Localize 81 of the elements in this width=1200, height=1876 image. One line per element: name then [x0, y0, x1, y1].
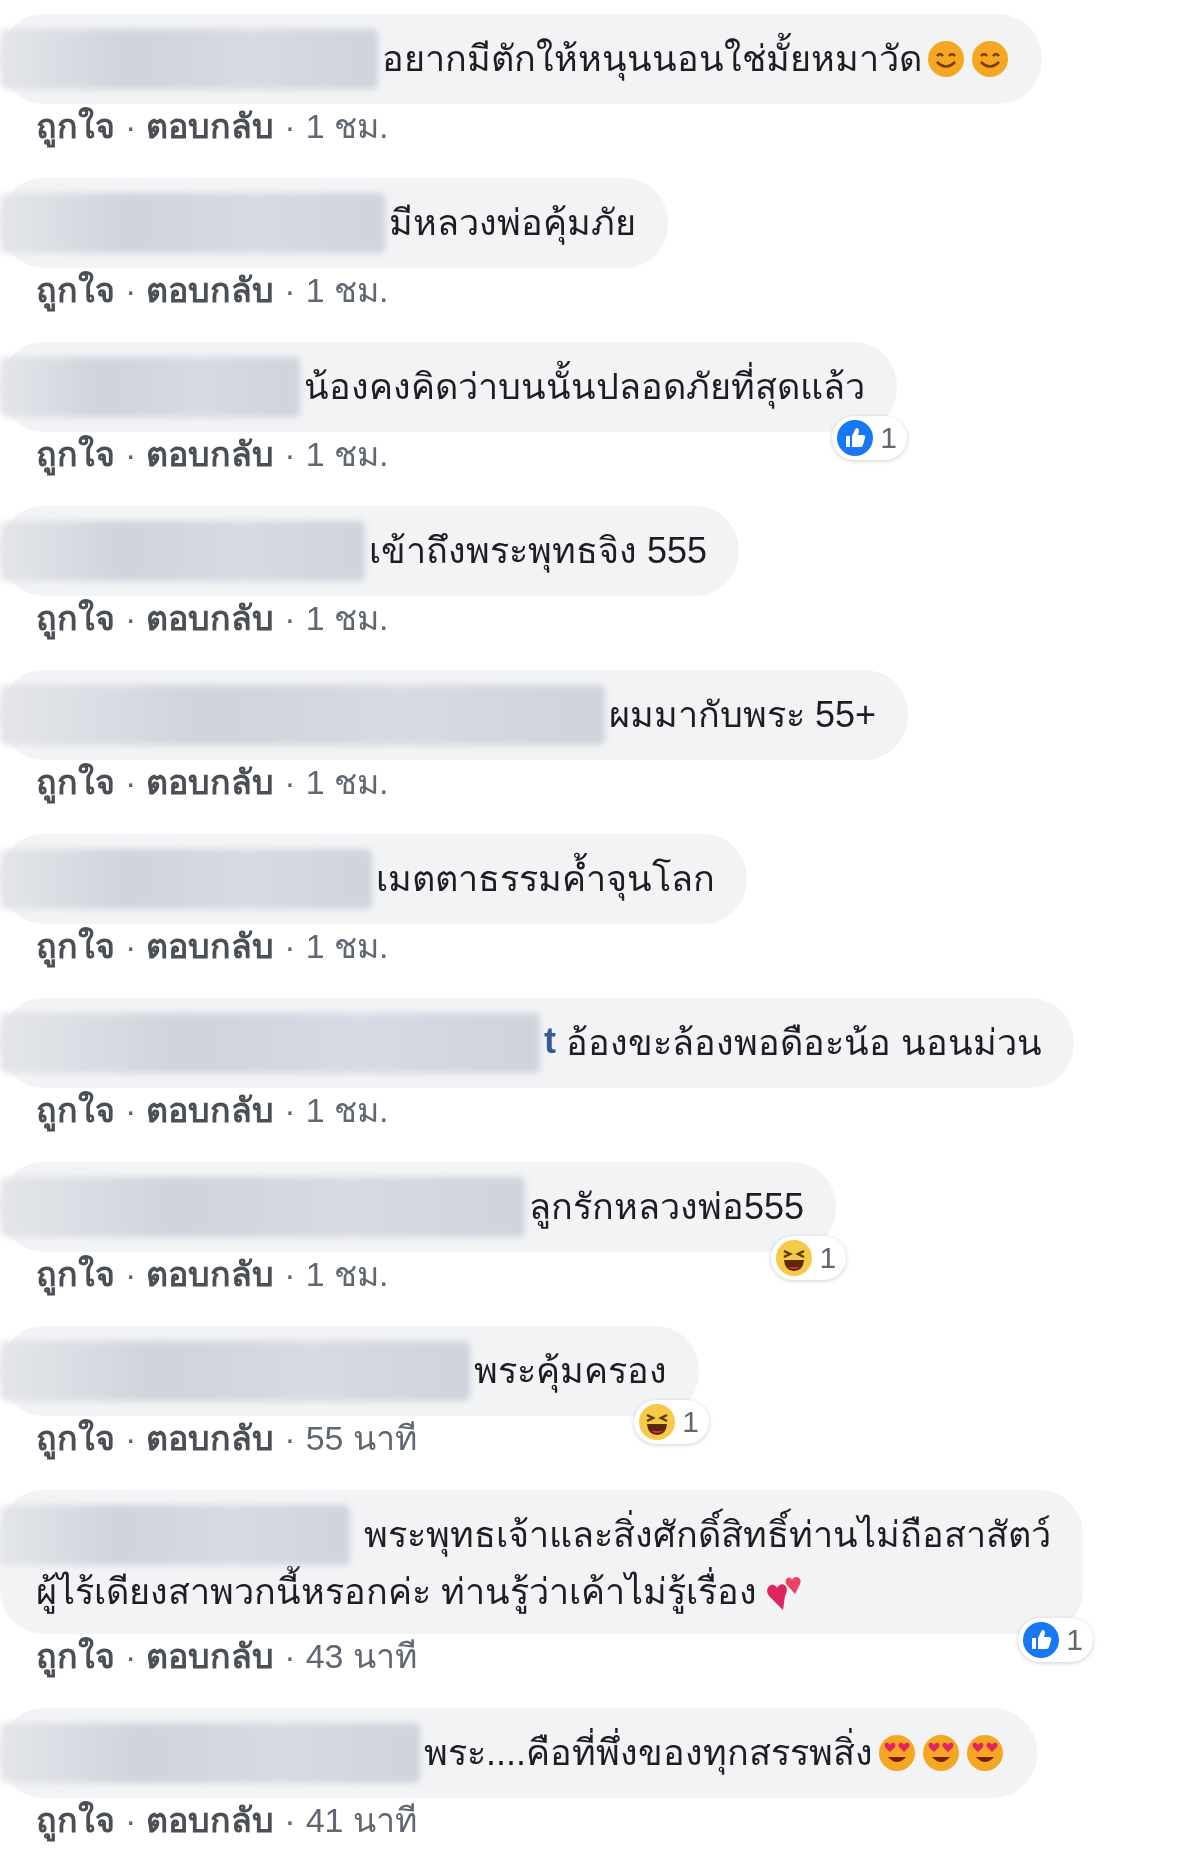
- reply-link[interactable]: ตอบกลับ: [146, 1418, 275, 1458]
- separator-dot: ·: [284, 270, 296, 310]
- comment-time[interactable]: 1 ชม.: [305, 270, 389, 310]
- comment-text: พระคุ้มครอง: [474, 1349, 667, 1395]
- separator-dot: ·: [284, 1800, 296, 1840]
- smiling-emoji-icon: [926, 39, 966, 79]
- like-link[interactable]: ถูกใจ: [36, 1800, 115, 1840]
- comment-time[interactable]: 1 ชม.: [305, 106, 389, 146]
- comment-text: อยากมีตักให้หนุนนอนใช่มั้ยหมาวัด: [382, 32, 922, 86]
- like-link[interactable]: ถูกใจ: [36, 434, 115, 474]
- like-link[interactable]: ถูกใจ: [36, 1636, 115, 1676]
- reaction-count[interactable]: 1: [771, 1236, 847, 1280]
- comment-text: ผู้ไร้เดียงสาพวกนี้หรอกค่ะ ท่านรู้ว่าเค้าไม่รู้เรื่อง: [36, 1565, 757, 1619]
- like-link[interactable]: ถูกใจ: [36, 106, 115, 146]
- reply-link[interactable]: ตอบกลับ: [146, 270, 275, 310]
- reaction-count[interactable]: 1: [1018, 1618, 1093, 1662]
- heart-eyes-emoji-icon: [921, 1733, 961, 1773]
- separator-dot: ·: [284, 926, 296, 966]
- like-link[interactable]: ถูกใจ: [36, 1418, 115, 1458]
- comment-text: น้องคงคิดว่าบนนั้นปลอดภัยที่สุดแล้ว: [304, 360, 865, 414]
- reply-link[interactable]: ตอบกลับ: [146, 926, 275, 966]
- reply-link[interactable]: ตอบกลับ: [146, 1090, 275, 1130]
- separator-dot: ·: [284, 598, 296, 638]
- reply-link[interactable]: ตอบกลับ: [146, 1800, 275, 1840]
- reply-link[interactable]: ตอบกลับ: [146, 434, 275, 474]
- comment-text: พระ....คือที่พึ่งของทุกสรรพสิ่ง: [424, 1726, 873, 1780]
- separator-dot: ·: [125, 1254, 137, 1294]
- separator-dot: ·: [284, 762, 296, 802]
- comment-time[interactable]: 1 ชม.: [305, 1254, 389, 1294]
- like-link[interactable]: ถูกใจ: [36, 762, 115, 802]
- comment-time[interactable]: 1 ชม.: [305, 434, 389, 474]
- separator-dot: ·: [125, 1636, 137, 1676]
- comment-time[interactable]: 43 นาที: [305, 1636, 417, 1676]
- separator-dot: ·: [284, 1636, 296, 1676]
- separator-dot: ·: [125, 1418, 137, 1458]
- heart-eyes-emoji-icon: [877, 1733, 917, 1773]
- comment-text: เข้าถึงพระพุทธจิง 555: [369, 529, 708, 575]
- separator-dot: ·: [284, 106, 296, 146]
- separator-dot: ·: [125, 106, 137, 146]
- comment-time[interactable]: 55 นาที: [305, 1418, 417, 1458]
- name-fragment[interactable]: t: [544, 1019, 556, 1061]
- separator-dot: ·: [125, 926, 137, 966]
- reply-link[interactable]: ตอบกลับ: [146, 1254, 275, 1294]
- comment-time[interactable]: 1 ชม.: [305, 1090, 389, 1130]
- like-link[interactable]: ถูกใจ: [36, 598, 115, 638]
- separator-dot: ·: [125, 1090, 137, 1130]
- reaction-count[interactable]: 1: [832, 416, 907, 460]
- laughing-reaction-icon: [775, 1239, 814, 1277]
- separator-dot: ·: [284, 434, 296, 474]
- like-link[interactable]: ถูกใจ: [36, 1090, 115, 1130]
- reply-link[interactable]: ตอบกลับ: [146, 762, 275, 802]
- comment-time[interactable]: 1 ชม.: [305, 598, 389, 638]
- like-reaction-icon: [1022, 1621, 1061, 1659]
- comment-text: พระพุทธเจ้าและสิ่งศักดิ์สิทธิ์ท่านไม่ถือสาสัตว์: [354, 1508, 1051, 1562]
- like-link[interactable]: ถูกใจ: [36, 270, 115, 310]
- comment-text: ผมมากับพระ 55+: [609, 693, 877, 737]
- comment-text: ลูกรักหลวงพ่อ555: [529, 1185, 805, 1231]
- comment-time[interactable]: 1 ชม.: [305, 926, 389, 966]
- separator-dot: ·: [284, 1418, 296, 1458]
- reaction-count[interactable]: 1: [634, 1400, 709, 1444]
- separator-dot: ·: [125, 434, 137, 474]
- reply-link[interactable]: ตอบกลับ: [146, 1636, 275, 1676]
- laughing-reaction-icon: [638, 1403, 677, 1441]
- separator-dot: ·: [125, 1800, 137, 1840]
- separator-dot: ·: [125, 762, 137, 802]
- reply-link[interactable]: ตอบกลับ: [146, 598, 275, 638]
- comment-text: เมตตาธรรมค้ำจุนโลก: [376, 852, 715, 906]
- separator-dot: ·: [125, 598, 137, 638]
- like-reaction-icon: [836, 419, 875, 457]
- comment-time[interactable]: 41 นาที: [305, 1800, 417, 1840]
- comment-text: มีหลวงพ่อคุ้มภัย: [389, 201, 636, 247]
- reply-link[interactable]: ตอบกลับ: [146, 106, 275, 146]
- like-link[interactable]: ถูกใจ: [36, 926, 115, 966]
- comment-time[interactable]: 1 ชม.: [305, 762, 389, 802]
- like-link[interactable]: ถูกใจ: [36, 1254, 115, 1294]
- heart-eyes-emoji-icon: [965, 1733, 1005, 1773]
- separator-dot: ·: [125, 270, 137, 310]
- comment-text: อ้องขะล้องพอดือะน้อ นอนม่วน: [566, 1021, 1042, 1065]
- smiling-emoji-icon: [970, 39, 1010, 79]
- separator-dot: ·: [284, 1254, 296, 1294]
- separator-dot: ·: [284, 1090, 296, 1130]
